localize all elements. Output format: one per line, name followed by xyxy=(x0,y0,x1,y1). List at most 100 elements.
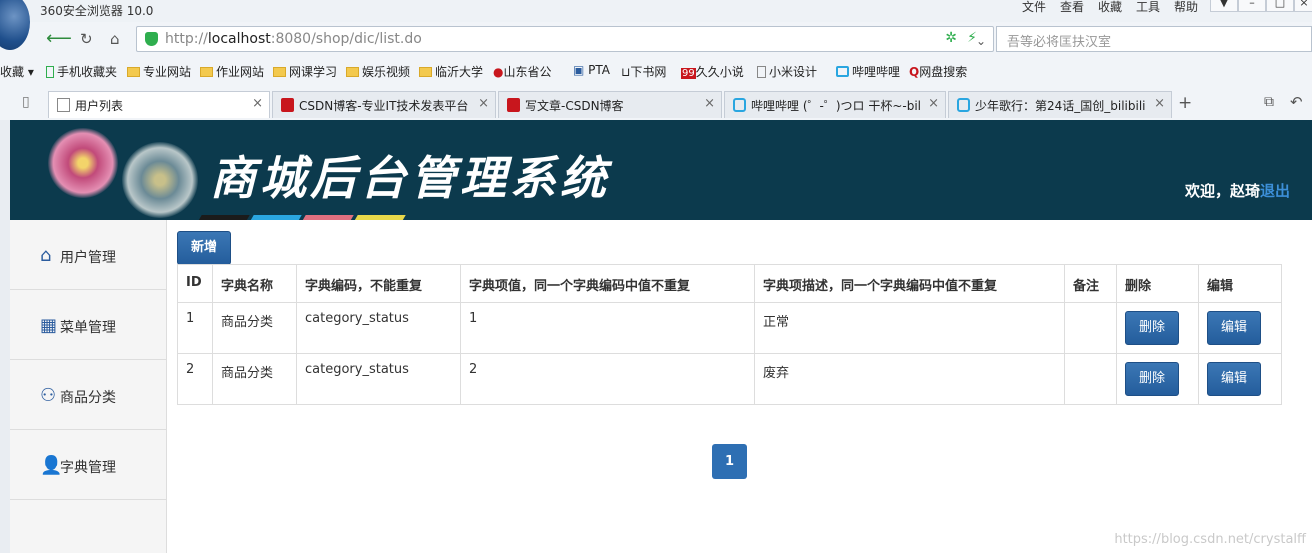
tab-user-list[interactable]: 用户列表 × xyxy=(48,91,270,118)
browser-chrome: 360安全浏览器 10.0 文件 查看 收藏 工具 帮助 ▼ – □ × ⟵ ↻… xyxy=(0,0,1312,120)
grid-icon: ▦ xyxy=(40,315,58,336)
table-header-row: ID 字典名称 字典编码，不能重复 字典项值，同一个字典编码中值不重复 字典项描… xyxy=(177,264,1282,303)
folder-icon xyxy=(419,67,432,77)
search-field[interactable]: 吾等必将匡扶汉室 xyxy=(996,26,1312,52)
close-tab-icon[interactable]: × xyxy=(252,96,263,111)
bookmark-bilibili[interactable]: 哔哩哔哩 xyxy=(836,63,900,80)
window-title: 360安全浏览器 10.0 xyxy=(40,4,154,18)
url-dropdown-icon[interactable]: ⌄ xyxy=(976,31,986,51)
sidebar-item-categories[interactable]: ⚇ 商品分类 xyxy=(10,360,166,430)
bookmark-jiujiu[interactable]: 99久久小说 xyxy=(681,63,744,80)
bookmark-folder-homework[interactable]: 作业网站 xyxy=(200,63,264,80)
maximize-button[interactable]: □ xyxy=(1266,0,1294,12)
logout-link[interactable]: 退出 xyxy=(1260,182,1290,200)
minimize-button[interactable]: – xyxy=(1238,0,1266,12)
flower-decoration xyxy=(122,142,198,218)
close-window-button[interactable]: × xyxy=(1294,0,1312,12)
user-icon: 👤 xyxy=(40,455,63,476)
delete-button[interactable]: 删除 xyxy=(1125,311,1179,345)
cell-name: 商品分类 xyxy=(212,353,297,405)
url-text: http://localhost:8080/shop/dic/list.do xyxy=(165,31,422,47)
bookmarks-bar: 收藏 ▾ 手机收藏夹 专业网站 作业网站 网课学习 娱乐视频 临沂大学 ●山东省… xyxy=(0,58,1312,84)
cell-delete: 删除 xyxy=(1116,353,1199,405)
address-bar-row: ⟵ ↻ ⌂ http://localhost:8080/shop/dic/lis… xyxy=(0,24,1312,54)
cell-delete: 删除 xyxy=(1116,302,1199,354)
skin-button[interactable]: ▼ xyxy=(1210,0,1238,12)
tab-bilibili-anime[interactable]: 少年歌行：第24话_国创_bilibili_ × xyxy=(948,91,1172,118)
cell-code: category_status xyxy=(296,302,461,354)
menu-view[interactable]: 查看 xyxy=(1060,0,1084,15)
menu-file[interactable]: 文件 xyxy=(1022,0,1046,15)
tab-bilibili[interactable]: 哔哩哔哩 (゜-゜)つロ 干杯~-bili × xyxy=(724,91,946,118)
emblem-icon: ● xyxy=(493,65,504,79)
cell-edit: 编辑 xyxy=(1198,302,1282,354)
bookmark-folder-pro[interactable]: 专业网站 xyxy=(127,63,191,80)
close-tab-icon[interactable]: × xyxy=(928,96,939,111)
menu-favorites[interactable]: 收藏 xyxy=(1098,0,1122,15)
pagination-page-1[interactable]: 1 xyxy=(712,444,747,479)
bookmark-shandong[interactable]: ●山东省公 xyxy=(493,63,552,80)
bookmark-folder-university[interactable]: 临沂大学 xyxy=(419,63,483,80)
table-row: 1 商品分类 category_status 1 正常 删除 编辑 xyxy=(177,302,1282,354)
folder-icon xyxy=(127,67,140,77)
menu-help[interactable]: 帮助 xyxy=(1174,0,1198,15)
app-title: 商城后台管理系统 xyxy=(210,151,610,205)
close-tab-icon[interactable]: × xyxy=(478,96,489,111)
back-icon[interactable]: ⟵ xyxy=(46,29,72,49)
cell-desc: 废弃 xyxy=(754,353,1065,405)
sidebar-item-label: 用户管理 xyxy=(60,250,116,266)
folder-icon xyxy=(346,67,359,77)
bookmark-xiaomi[interactable]: 小米设计 xyxy=(757,63,817,80)
bookmark-panso[interactable]: Q网盘搜索 xyxy=(909,63,967,80)
new-tab-icon[interactable]: + xyxy=(1178,93,1192,113)
menu-tools[interactable]: 工具 xyxy=(1136,0,1160,15)
sidebar-item-label: 字典管理 xyxy=(60,460,116,476)
reload-status-icon[interactable]: ✲ xyxy=(945,30,957,46)
cell-code: category_status xyxy=(296,353,461,405)
url-field[interactable]: http://localhost:8080/shop/dic/list.do ✲… xyxy=(136,26,994,52)
page-icon xyxy=(57,98,70,112)
bookmark-pta[interactable]: ▣ PTA xyxy=(573,63,610,77)
sidebar-item-users[interactable]: ⌂ 用户管理 xyxy=(10,220,166,290)
welcome-text: 欢迎，赵琦退出 xyxy=(1184,182,1290,200)
edit-button[interactable]: 编辑 xyxy=(1207,311,1261,345)
cell-remark xyxy=(1064,302,1117,354)
bookmark-xiashu[interactable]: ⊔下书网 xyxy=(621,63,666,80)
bookmark-folder-course[interactable]: 网课学习 xyxy=(273,63,337,80)
tab-csdn-write[interactable]: 写文章-CSDN博客 × xyxy=(498,91,722,118)
refresh-icon[interactable]: ↻ xyxy=(80,29,93,49)
column-header: 删除 xyxy=(1116,264,1199,303)
close-tab-icon[interactable]: × xyxy=(1154,96,1165,111)
csdn-icon xyxy=(507,98,520,112)
home-nav-icon[interactable]: ⌂ xyxy=(110,29,120,49)
pta-icon: ▣ xyxy=(573,63,585,77)
bookmarks-menu[interactable]: 收藏 ▾ xyxy=(0,63,34,80)
cell-id: 2 xyxy=(177,353,213,405)
undo-close-icon[interactable]: ↶ xyxy=(1290,93,1303,111)
tab-list-icon[interactable]: ⧉ xyxy=(1264,94,1274,110)
folder-icon xyxy=(200,67,213,77)
sidebar-item-dictionary[interactable]: 👤 字典管理 xyxy=(10,430,166,500)
tab-label: 用户列表 xyxy=(75,99,124,113)
sidebar-toggle-icon[interactable]: ▯ xyxy=(22,94,30,110)
cell-value: 2 xyxy=(460,353,755,405)
tab-strip: ▯ 用户列表 × CSDN博客-专业IT技术发表平台 × 写文章-CSDN博客 … xyxy=(0,90,1312,118)
bilibili-icon xyxy=(836,66,849,77)
cell-name: 商品分类 xyxy=(212,302,297,354)
delete-button[interactable]: 删除 xyxy=(1125,362,1179,396)
bookmark-folder-video[interactable]: 娱乐视频 xyxy=(346,63,410,80)
close-tab-icon[interactable]: × xyxy=(704,96,715,111)
csdn-icon xyxy=(281,98,294,112)
cell-desc: 正常 xyxy=(754,302,1065,354)
tab-label: 少年歌行：第24话_国创_bilibili_ xyxy=(975,99,1145,113)
app-header: 商城后台管理系统 欢迎，赵琦退出 xyxy=(10,120,1312,220)
add-button[interactable]: 新增 xyxy=(177,231,231,265)
tab-label: 哔哩哔哩 (゜-゜)つロ 干杯~-bili xyxy=(751,99,921,113)
bookmark-mobile[interactable]: 手机收藏夹 xyxy=(46,63,117,80)
column-header: ID xyxy=(177,264,213,303)
edit-button[interactable]: 编辑 xyxy=(1207,362,1261,396)
sidebar-item-menus[interactable]: ▦ 菜单管理 xyxy=(10,290,166,360)
cell-remark xyxy=(1064,353,1117,405)
title-bar: 360安全浏览器 10.0 文件 查看 收藏 工具 帮助 ▼ – □ × xyxy=(0,0,1312,50)
tab-csdn[interactable]: CSDN博客-专业IT技术发表平台 × xyxy=(272,91,496,118)
